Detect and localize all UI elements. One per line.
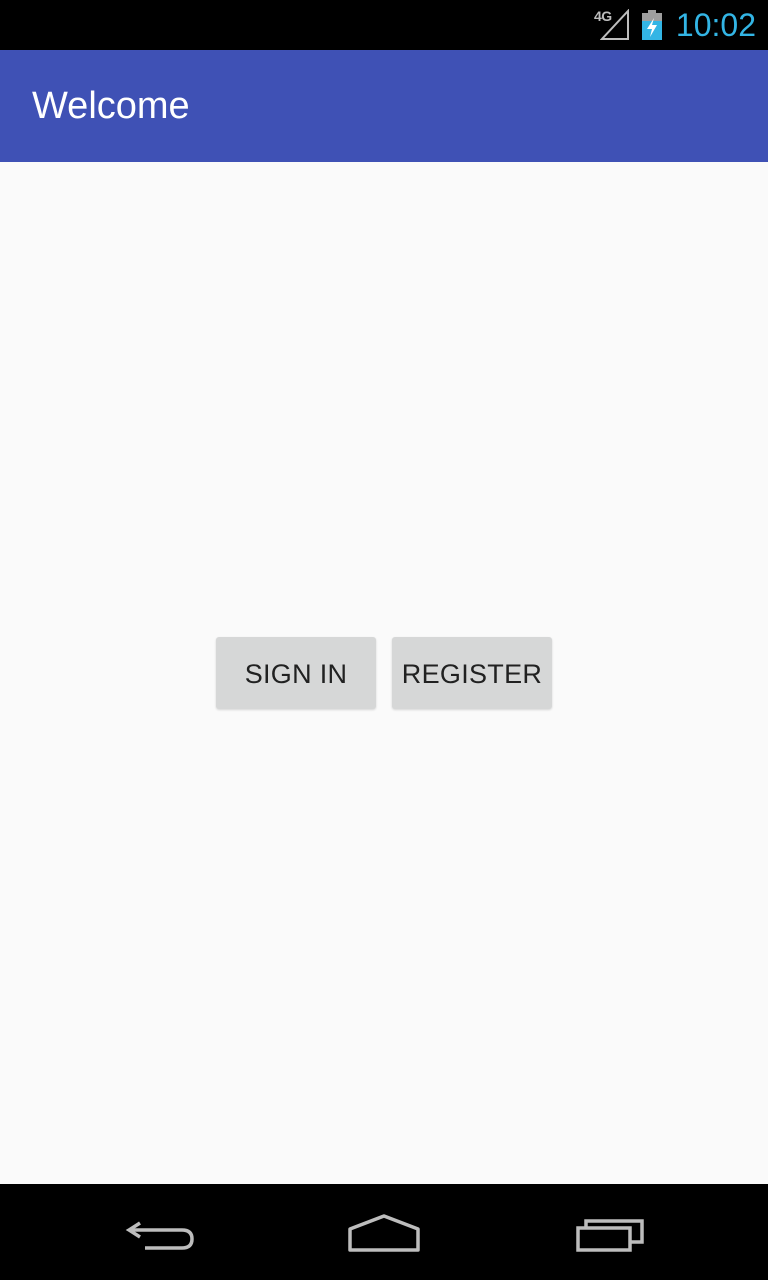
home-button[interactable] [324, 1184, 444, 1280]
app-bar: Welcome [0, 50, 768, 162]
signal-icon [599, 8, 630, 41]
app-title: Welcome [32, 85, 190, 127]
navigation-bar [0, 1184, 768, 1280]
sign-in-button[interactable]: SIGN IN [216, 637, 376, 709]
status-bar: 4G 10:02 [0, 0, 768, 50]
status-time: 10:02 [675, 7, 756, 43]
battery-charging-icon [641, 10, 663, 40]
home-icon [348, 1214, 420, 1252]
recents-icon [576, 1219, 644, 1252]
register-button[interactable]: REGISTER [392, 637, 552, 709]
back-button[interactable] [100, 1184, 220, 1280]
main-content [0, 162, 768, 1184]
back-icon [125, 1221, 194, 1250]
recents-button[interactable] [550, 1184, 670, 1280]
